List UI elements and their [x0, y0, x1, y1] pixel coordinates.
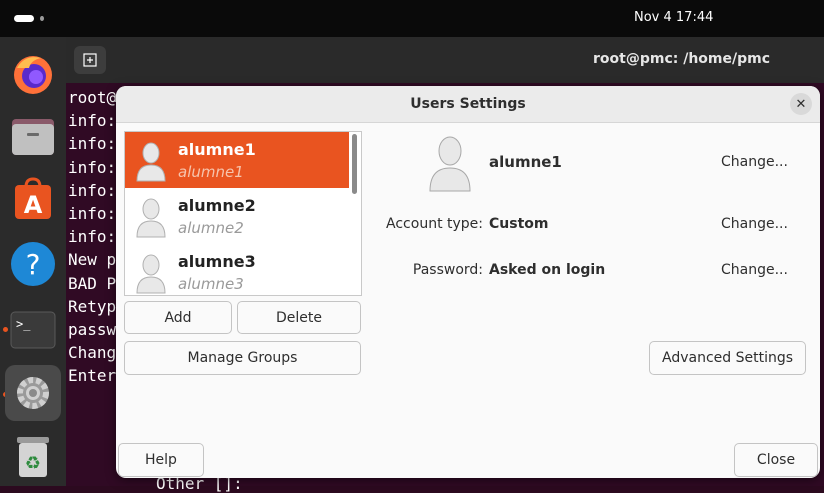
- dialog-title: Users Settings: [410, 96, 526, 112]
- dialog-titlebar: Users Settings ✕: [116, 86, 820, 123]
- terminal-line: passw: [68, 320, 117, 340]
- users-settings-dialog: Users Settings ✕ alumne1 alumne1 alumne2…: [116, 86, 820, 478]
- change-name-button[interactable]: Change...: [721, 154, 788, 170]
- terminal-line: info:: [68, 204, 117, 224]
- user-login: alumne2: [178, 219, 244, 237]
- terminal-title: root@pmc: /home/pmc: [593, 51, 771, 67]
- terminal-line: Enter: [68, 366, 117, 386]
- terminal-line: info:: [68, 180, 117, 200]
- advanced-settings-button[interactable]: Advanced Settings: [649, 341, 806, 375]
- user-avatar-icon: [136, 142, 166, 182]
- app-center-icon[interactable]: A: [8, 174, 58, 224]
- account-type-value: Custom: [489, 216, 549, 232]
- clock[interactable]: Nov 4 17:44: [634, 10, 713, 25]
- terminal-line: info:: [68, 157, 117, 177]
- user-name: alumne3: [178, 252, 256, 271]
- help-icon[interactable]: ?: [8, 239, 58, 289]
- svg-text:>_: >_: [16, 317, 31, 331]
- selected-user-name: alumne1: [489, 153, 562, 171]
- change-account-type-button[interactable]: Change...: [721, 216, 788, 232]
- settings-icon[interactable]: [5, 365, 61, 421]
- user-avatar-icon: [136, 198, 166, 238]
- change-password-button[interactable]: Change...: [721, 262, 788, 278]
- terminal-line: Chang: [68, 343, 117, 363]
- help-button[interactable]: Help: [118, 443, 204, 477]
- selected-user-avatar-icon[interactable]: [428, 134, 472, 192]
- user-name: alumne1: [178, 140, 256, 159]
- activities-indicator[interactable]: [14, 15, 44, 22]
- account-type-label: Account type:: [386, 216, 483, 232]
- close-icon[interactable]: ✕: [790, 93, 812, 115]
- add-user-button[interactable]: Add: [124, 301, 232, 334]
- user-login: alumne1: [178, 163, 244, 181]
- user-avatar-icon: [136, 254, 166, 294]
- password-label: Password:: [412, 262, 483, 278]
- terminal-line: Retyp: [68, 296, 117, 316]
- manage-groups-button[interactable]: Manage Groups: [124, 341, 361, 375]
- terminal-line: info:: [68, 111, 117, 131]
- svg-text:♻: ♻: [25, 453, 41, 474]
- new-tab-button[interactable]: [74, 46, 106, 74]
- terminal-line: info:: [68, 134, 117, 154]
- top-bar: Nov 4 17:44: [0, 0, 824, 37]
- user-list-item[interactable]: alumne1 alumne1: [125, 132, 349, 188]
- terminal-line: BAD P: [68, 273, 117, 293]
- terminal-header: root@pmc: /home/pmc: [66, 37, 824, 83]
- terminal-line: info:: [68, 227, 117, 247]
- trash-icon[interactable]: ♻: [8, 432, 58, 482]
- files-icon[interactable]: [8, 111, 58, 161]
- delete-user-button[interactable]: Delete: [237, 301, 361, 334]
- dock: A ? >_ ♻: [0, 37, 66, 486]
- user-name: alumne2: [178, 196, 256, 215]
- svg-text:?: ?: [26, 248, 41, 281]
- workspace-pill: [14, 15, 35, 22]
- workspace-dot: [40, 16, 44, 21]
- svg-text:A: A: [24, 191, 43, 219]
- terminal-line: New p: [68, 250, 117, 270]
- scrollbar-thumb[interactable]: [352, 134, 357, 194]
- password-value: Asked on login: [489, 262, 606, 278]
- terminal-output: root@ info: info: info: info: info: info…: [68, 86, 116, 388]
- new-tab-icon: [83, 53, 97, 67]
- user-login: alumne3: [178, 275, 244, 293]
- close-button[interactable]: Close: [734, 443, 818, 477]
- firefox-icon[interactable]: [8, 49, 58, 99]
- terminal-icon[interactable]: >_: [8, 305, 58, 355]
- terminal-line: root@: [68, 88, 117, 107]
